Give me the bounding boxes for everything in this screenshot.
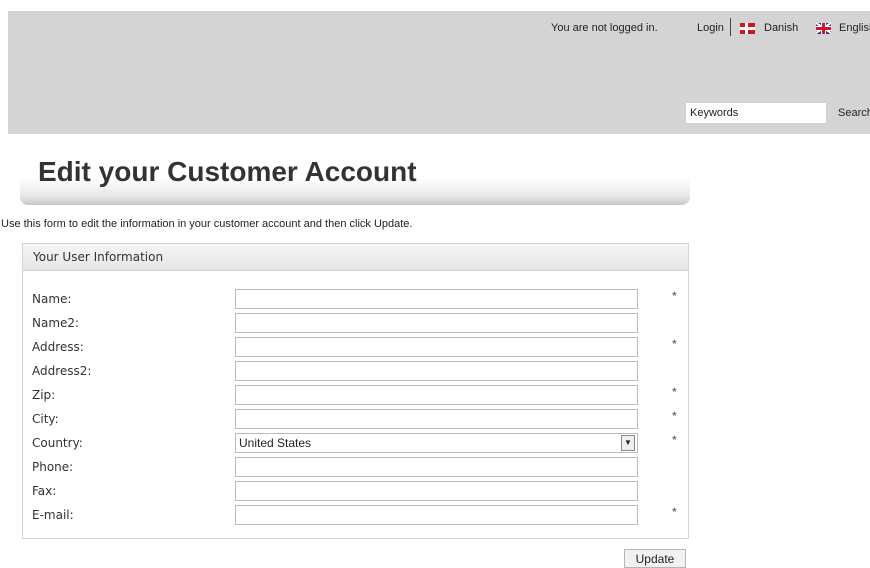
- address-label: Address:: [32, 340, 84, 354]
- form-row-phone: Phone:: [23, 455, 688, 479]
- panel-title: Your User Information: [23, 244, 688, 271]
- city-field[interactable]: [235, 409, 638, 429]
- login-status-text: You are not logged in.: [551, 22, 658, 34]
- language-english-link[interactable]: English: [839, 22, 870, 34]
- intro-text: Use this form to edit the information in…: [1, 218, 413, 230]
- update-button[interactable]: Update: [624, 549, 686, 568]
- address-field[interactable]: [235, 337, 638, 357]
- user-information-panel: Your User Information Name: * Name2: Add…: [22, 243, 689, 539]
- form-row-fax: Fax:: [23, 479, 688, 503]
- form-row-address2: Address2:: [23, 359, 688, 383]
- form-row-email: E-mail: *: [23, 503, 688, 527]
- email-label: E-mail:: [32, 508, 74, 522]
- city-label: City:: [32, 412, 59, 426]
- email-field[interactable]: [235, 505, 638, 525]
- header-divider: [730, 18, 731, 36]
- required-marker: *: [672, 409, 677, 423]
- country-selected-value: United States: [239, 436, 312, 450]
- chevron-down-icon[interactable]: ▼: [621, 435, 635, 451]
- country-select[interactable]: United States ▼: [235, 433, 638, 453]
- page-title: Edit your Customer Account: [38, 156, 417, 187]
- form-row-city: City: *: [23, 407, 688, 431]
- login-link[interactable]: Login: [697, 22, 724, 34]
- phone-label: Phone:: [32, 460, 74, 474]
- language-danish-link[interactable]: Danish: [764, 22, 798, 34]
- form-row-country: Country: United States ▼ *: [23, 431, 688, 455]
- fax-label: Fax:: [32, 484, 57, 498]
- required-marker: *: [672, 289, 677, 303]
- uk-flag-icon[interactable]: [816, 23, 831, 34]
- form-row-name2: Name2:: [23, 311, 688, 335]
- name2-label: Name2:: [32, 316, 80, 330]
- address2-label: Address2:: [32, 364, 92, 378]
- fax-field[interactable]: [235, 481, 638, 501]
- name-label: Name:: [32, 292, 72, 306]
- required-marker: *: [672, 385, 677, 399]
- phone-field[interactable]: [235, 457, 638, 477]
- form-row-zip: Zip: *: [23, 383, 688, 407]
- zip-field[interactable]: [235, 385, 638, 405]
- required-marker: *: [672, 505, 677, 519]
- danish-flag-icon[interactable]: [740, 23, 755, 34]
- required-marker: *: [672, 337, 677, 351]
- zip-label: Zip:: [32, 388, 56, 402]
- search-input[interactable]: [686, 103, 826, 123]
- form-row-address: Address: *: [23, 335, 688, 359]
- country-label: Country:: [32, 436, 83, 450]
- name-field[interactable]: [235, 289, 638, 309]
- search-button[interactable]: Search: [838, 107, 870, 119]
- address2-field[interactable]: [235, 361, 638, 381]
- required-marker: *: [672, 433, 677, 447]
- name2-field[interactable]: [235, 313, 638, 333]
- form-row-name: Name: *: [23, 287, 688, 311]
